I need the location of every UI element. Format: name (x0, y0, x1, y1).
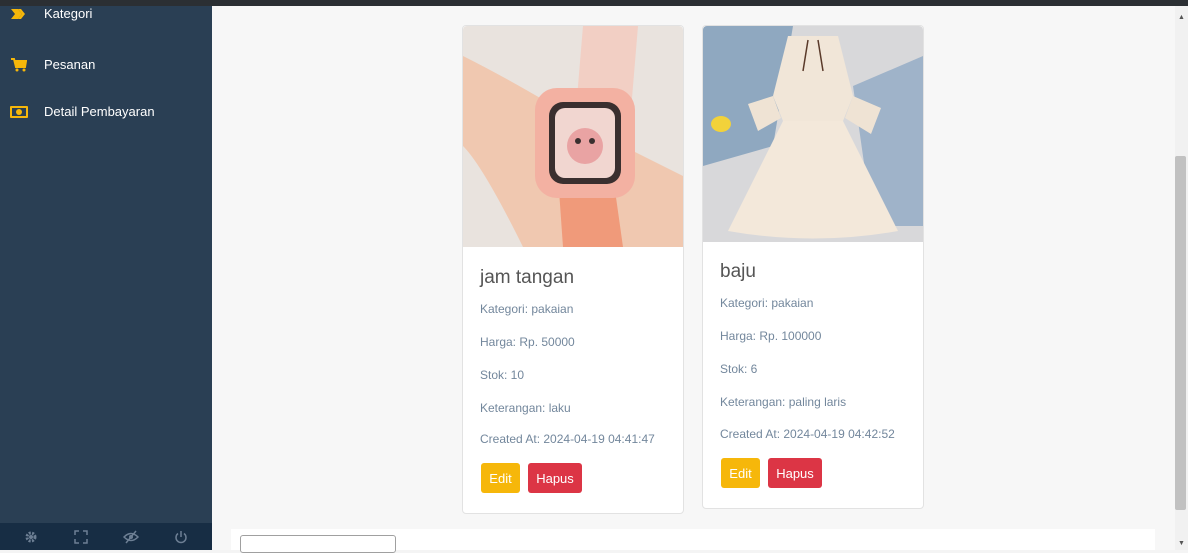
fullscreen-icon[interactable] (71, 527, 91, 547)
product-stock: Stok: 6 (720, 362, 758, 376)
product-stock: Stok: 10 (480, 368, 525, 382)
bottom-input[interactable] (240, 535, 396, 553)
product-image-dress (703, 26, 923, 242)
sidebar-item-label: Detail Pembayaran (44, 104, 155, 119)
edit-button[interactable]: Edit (481, 463, 520, 493)
scrollbar-thumb[interactable] (1175, 156, 1186, 510)
product-name: baju (720, 261, 756, 282)
product-created-at: Created At: 2024-04-19 04:42:52 (720, 427, 895, 441)
gear-icon[interactable] (21, 527, 41, 547)
power-icon[interactable] (171, 527, 191, 547)
sidebar-item-kategori[interactable]: Kategori (10, 6, 92, 21)
sidebar-item-label: Kategori (44, 6, 93, 21)
sidebar-footer (0, 523, 212, 550)
product-price: Harga: Rp. 100000 (720, 329, 822, 343)
product-image-watch (463, 26, 683, 247)
product-description: Keterangan: laku (480, 401, 571, 415)
product-name: jam tangan (480, 267, 575, 288)
sidebar-item-pesanan[interactable]: Pesanan (10, 57, 95, 72)
scroll-down-icon[interactable]: ▼ (1178, 540, 1185, 547)
scroll-up-icon[interactable]: ▲ (1178, 14, 1185, 21)
money-icon (10, 105, 28, 119)
main-content (212, 6, 1175, 550)
delete-button[interactable]: Hapus (528, 463, 582, 493)
edit-button[interactable]: Edit (721, 458, 760, 488)
product-price: Harga: Rp. 50000 (480, 335, 575, 349)
cart-icon (10, 57, 28, 72)
product-card: baju Kategori: pakaian Harga: Rp. 100000… (702, 25, 924, 509)
product-description: Keterangan: paling laris (720, 395, 847, 409)
product-created-at: Created At: 2024-04-19 04:41:47 (480, 432, 655, 446)
delete-button[interactable]: Hapus (768, 458, 822, 488)
sidebar-item-detail-pembayaran[interactable]: Detail Pembayaran (10, 104, 155, 119)
product-category: Kategori: pakaian (720, 296, 814, 310)
product-category: Kategori: pakaian (480, 302, 574, 316)
product-card: jam tangan Kategori: pakaian Harga: Rp. … (462, 25, 684, 514)
sidebar: Kategori Pesanan Detail Pembayaran (0, 6, 212, 523)
sidebar-item-label: Pesanan (44, 57, 96, 72)
tag-icon (10, 7, 28, 21)
eye-slash-icon[interactable] (121, 527, 141, 547)
